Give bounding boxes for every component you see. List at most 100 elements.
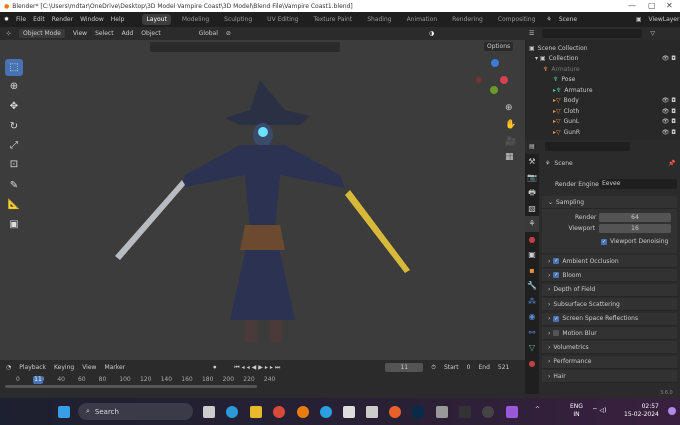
edge-icon[interactable]: [226, 406, 238, 418]
scene-icon[interactable]: ⚘: [546, 16, 551, 23]
app-icon[interactable]: [343, 406, 355, 418]
maximize-button[interactable]: ▢: [648, 1, 656, 10]
viewlayer-selector[interactable]: ViewLayer: [648, 16, 679, 23]
render-samples-field[interactable]: 64: [599, 213, 671, 222]
cursor-tool[interactable]: ⊕: [5, 78, 23, 95]
menu-marker[interactable]: Marker: [104, 364, 125, 371]
panel-header[interactable]: › Hair: [542, 370, 677, 384]
outliner-item[interactable]: ▸▽ Body 👁 ◘: [529, 96, 676, 107]
visibility-eye-icon[interactable]: 👁 ◘: [662, 118, 676, 125]
panel-header[interactable]: › Performance: [542, 355, 677, 369]
select-box-tool[interactable]: ⬚: [5, 59, 23, 76]
physics-tab-icon[interactable]: ◉: [525, 309, 539, 325]
panel-header[interactable]: › Subsurface Scattering: [542, 298, 677, 312]
visibility-eye-icon[interactable]: 👁 ◘: [662, 55, 676, 62]
object-tab-icon[interactable]: ▪: [525, 263, 539, 279]
record-button[interactable]: ⏺: [213, 364, 216, 372]
outliner-item[interactable]: ▸♆ Armature: [529, 85, 676, 96]
playhead[interactable]: 11: [33, 376, 43, 384]
frame-ruler[interactable]: 020406080100120140160180200220240: [0, 376, 525, 385]
outliner-search-input[interactable]: [542, 29, 643, 38]
properties-search-input[interactable]: [544, 142, 630, 151]
start-frame-field[interactable]: 0: [467, 364, 471, 371]
visibility-eye-icon[interactable]: 👁 ◘: [662, 108, 676, 115]
minimize-button[interactable]: —: [628, 1, 636, 10]
pin-icon[interactable]: 📌: [668, 160, 675, 167]
menu-window[interactable]: Window: [80, 16, 104, 23]
panel-enable-checkbox[interactable]: ✓: [553, 272, 560, 279]
menu-view[interactable]: View: [82, 364, 96, 371]
menu-edit[interactable]: Edit: [33, 16, 45, 23]
telegram-icon[interactable]: [320, 406, 332, 418]
filter-icon[interactable]: ▽: [650, 30, 655, 37]
panel-enable-checkbox[interactable]: ✓: [553, 258, 560, 264]
sampling-panel-header[interactable]: ⌄ Sampling: [542, 196, 677, 209]
unity-icon[interactable]: [459, 406, 471, 418]
add-cube-tool[interactable]: ▣: [5, 216, 23, 233]
menu-file[interactable]: File: [16, 16, 26, 23]
tab-compositing[interactable]: Compositing: [494, 14, 540, 25]
file-explorer-icon[interactable]: [250, 406, 262, 418]
grid-icon[interactable]: ▦: [505, 152, 514, 162]
stopwatch-icon[interactable]: ⏱: [431, 364, 436, 372]
material-tab-icon[interactable]: ●: [525, 356, 539, 372]
particles-tab-icon[interactable]: ⁂: [525, 294, 539, 310]
view-layer-tab-icon[interactable]: ▧: [525, 201, 539, 217]
render-tab-icon[interactable]: 📷: [525, 170, 539, 186]
blender-taskbar-icon[interactable]: [297, 406, 309, 418]
panel-header[interactable]: › ✓ Screen Space Reflections: [542, 312, 677, 326]
mode-selector[interactable]: Object Mode: [19, 29, 65, 38]
move-tool[interactable]: ✥: [5, 98, 23, 115]
viewport-search-input[interactable]: [150, 42, 340, 52]
shading-solid-icon[interactable]: ◑: [429, 30, 434, 37]
menu-object[interactable]: Object: [141, 30, 161, 37]
chrome-icon[interactable]: [273, 406, 285, 418]
navigation-gizmo[interactable]: [470, 58, 510, 103]
scene-tab-icon[interactable]: ⚘: [525, 216, 539, 232]
scene-selector[interactable]: Scene: [559, 16, 629, 23]
panel-header[interactable]: › Volumetrics: [542, 341, 677, 355]
visibility-eye-icon[interactable]: 👁 ◘: [662, 97, 676, 104]
viewlayer-icon[interactable]: ▣: [636, 16, 642, 23]
playback-controls[interactable]: ⏮◂◂◀▶▸▸⏭: [234, 364, 282, 372]
editor-type-icon[interactable]: ▤: [529, 143, 535, 150]
menu-render[interactable]: Render: [52, 16, 73, 23]
outliner-item[interactable]: ♆ Armature: [529, 64, 676, 75]
menu-playback[interactable]: Playback: [19, 364, 46, 371]
measure-tool[interactable]: 📐: [5, 196, 23, 213]
app-icon[interactable]: [436, 406, 448, 418]
blender-menu-icon[interactable]: ✹: [4, 16, 9, 23]
notification-icon[interactable]: [668, 407, 676, 415]
task-view-icon[interactable]: [203, 406, 215, 418]
editor-type-icon[interactable]: ⊹: [6, 30, 11, 37]
panel-header[interactable]: › ✓ Ambient Occlusion: [542, 255, 677, 268]
options-button[interactable]: Options: [484, 42, 514, 51]
tool-tab-icon[interactable]: ⚒: [525, 154, 539, 170]
outliner-item[interactable]: ▸▽ GunL 👁 ◘: [529, 117, 676, 128]
viewport-samples-field[interactable]: 16: [599, 224, 671, 233]
tab-layout[interactable]: Layout: [142, 14, 171, 25]
panel-enable-checkbox[interactable]: [553, 330, 560, 336]
current-frame-field[interactable]: 11: [385, 363, 424, 372]
modifier-tab-icon[interactable]: 🔧: [525, 278, 539, 294]
menu-keying[interactable]: Keying: [54, 364, 74, 371]
taskbar-search[interactable]: ⌕ Search: [78, 403, 193, 420]
data-tab-icon[interactable]: ▽: [525, 340, 539, 356]
display-mode-icon[interactable]: ☰: [529, 30, 534, 37]
outliner-item[interactable]: ♆ Pose: [529, 75, 676, 86]
app-icon[interactable]: [506, 406, 518, 418]
menu-add[interactable]: Add: [122, 30, 134, 37]
panel-enable-checkbox[interactable]: ✓: [553, 315, 560, 322]
collection-row[interactable]: ▾ ▣ Collection 👁 ◘: [529, 54, 676, 65]
outliner-item[interactable]: ▸▽ GunR 👁 ◘: [529, 127, 676, 138]
zoom-icon[interactable]: ⊕: [505, 103, 513, 113]
visibility-eye-icon[interactable]: 👁 ◘: [662, 129, 676, 136]
viewport-denoising-checkbox[interactable]: ✓ Viewport Denoising: [601, 238, 668, 245]
end-frame-field[interactable]: 521: [498, 364, 509, 371]
panel-header[interactable]: › Depth of Field: [542, 283, 677, 297]
app-icon[interactable]: [366, 406, 378, 418]
pan-hand-icon[interactable]: ✋: [505, 120, 516, 130]
tab-sculpting[interactable]: Sculpting: [220, 14, 256, 25]
wifi-volume-icon[interactable]: ⌔ ◁): [592, 406, 607, 414]
world-tab-icon[interactable]: ●: [525, 232, 539, 248]
